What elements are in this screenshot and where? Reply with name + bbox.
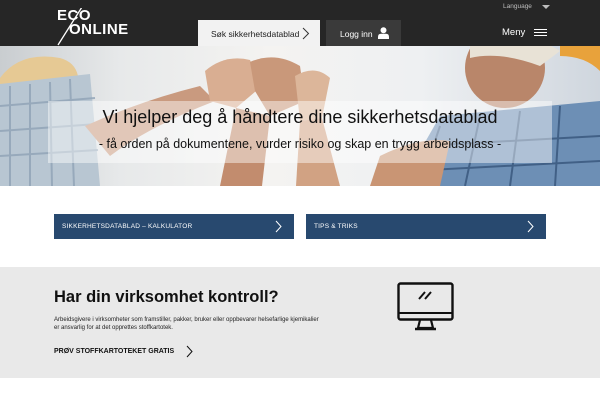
hero-title: Vi hjelper deg å håndtere dine sikkerhet…: [102, 107, 498, 127]
user-icon: [378, 27, 389, 39]
tips-tricks-button[interactable]: TIPS & TRIKS: [306, 214, 546, 239]
chevron-right-icon: [527, 220, 534, 233]
login-label: Logg inn: [340, 28, 373, 39]
language-selector[interactable]: Language: [503, 3, 550, 10]
logo-slash-icon: [57, 8, 83, 46]
try-stoffkartotek-link[interactable]: PRØV STOFFKARTOTEKET GRATIS: [54, 345, 193, 358]
menu-button[interactable]: Meny: [502, 27, 548, 38]
hero-banner: Vi hjelper deg å håndtere dine sikkerhet…: [0, 46, 600, 186]
hamburger-icon: [534, 28, 548, 37]
language-label: Language: [503, 3, 532, 10]
search-datasheets-tab[interactable]: Søk sikkerhetsdatablad: [198, 20, 320, 47]
calculator-button-label: SIKKERHETSDATABLAD – KALKULATOR: [62, 223, 193, 230]
econline-logo[interactable]: ECO ONLINE: [56, 8, 132, 46]
chevron-right-icon: [302, 27, 310, 40]
monitor-icon: [397, 282, 454, 331]
promo-link-label: PRØV STOFFKARTOTEKET GRATIS: [54, 348, 175, 355]
chevron-right-icon: [275, 220, 282, 233]
promo-body-text: Arbeidsgivere i virksomheter som framsti…: [54, 317, 319, 331]
calculator-button[interactable]: SIKKERHETSDATABLAD – KALKULATOR: [54, 214, 294, 239]
tips-button-label: TIPS & TRIKS: [314, 223, 358, 230]
chevron-right-icon: [186, 345, 193, 358]
site-header: ECO ONLINE Language Søk sikkerhetsdatabl…: [0, 0, 600, 47]
footer-strip: [0, 378, 600, 400]
search-tab-label: Søk sikkerhetsdatablad: [211, 28, 300, 39]
hero-subtitle: - få orden på dokumentene, vurder risiko…: [98, 137, 502, 151]
login-button[interactable]: Logg inn: [326, 20, 401, 47]
menu-label: Meny: [502, 27, 526, 38]
promo-title: Har din virksomhet kontroll?: [54, 288, 279, 306]
chevron-down-icon: [541, 4, 550, 9]
